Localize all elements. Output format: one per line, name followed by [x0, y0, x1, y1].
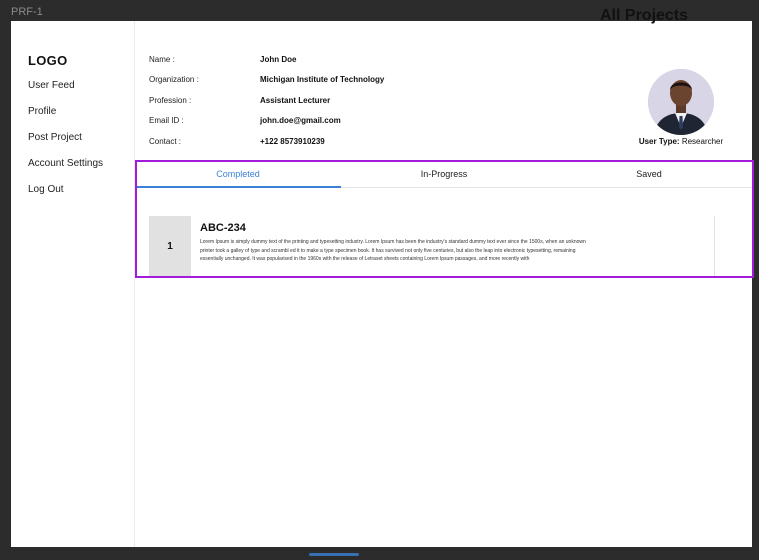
projects-panel: Completed In-Progress Saved 1 ABC-234 Lo… — [135, 160, 752, 276]
avatar — [648, 69, 714, 135]
frame-label: PRF-1 — [11, 6, 43, 18]
project-card[interactable]: 1 ABC-234 Lorem Ipsum is simply dummy te… — [149, 216, 715, 276]
sidebar: LOGO User Feed Profile Post Project Acco… — [11, 21, 135, 547]
profession-label: Profession : — [149, 96, 192, 105]
project-title: ABC-234 — [200, 222, 246, 234]
user-type-label: User Type: — [638, 137, 680, 146]
sidebar-item-user-feed[interactable]: User Feed — [28, 80, 134, 106]
tab-in-progress[interactable]: In-Progress — [341, 160, 547, 188]
contact-label: Contact : — [149, 137, 182, 146]
sidebar-item-post-project[interactable]: Post Project — [28, 132, 134, 158]
contact-value: +122 8573910239 — [260, 137, 325, 146]
project-description: Lorem Ipsum is simply dummy text of the … — [200, 239, 586, 262]
name-label: Name : — [149, 55, 175, 64]
organization-label: Organization : — [149, 75, 199, 84]
email-label: Email ID : — [149, 116, 184, 125]
user-type-value: Researcher — [681, 137, 724, 146]
tab-saved[interactable]: Saved — [546, 160, 752, 188]
email-value: john.doe@gmail.com — [260, 116, 341, 125]
project-number: 1 — [149, 216, 191, 276]
bottom-hint-bar — [309, 553, 359, 556]
page-title: All Projects — [600, 7, 689, 24]
sidebar-item-account-settings[interactable]: Account Settings — [28, 158, 134, 184]
profile-photo — [648, 69, 714, 135]
tab-completed[interactable]: Completed — [135, 160, 341, 188]
logo: LOGO — [28, 53, 68, 68]
organization-value: Michigan Institute of Technology — [260, 75, 385, 84]
name-value: John Doe — [260, 55, 297, 64]
profession-value: Assistant Lecturer — [260, 96, 331, 105]
app-canvas: LOGO User Feed Profile Post Project Acco… — [11, 21, 752, 547]
project-tabs: Completed In-Progress Saved — [135, 160, 752, 188]
sidebar-item-profile[interactable]: Profile — [28, 106, 134, 132]
sidebar-item-log-out[interactable]: Log Out — [28, 184, 134, 210]
user-type: User Type: Researcher — [621, 137, 741, 146]
